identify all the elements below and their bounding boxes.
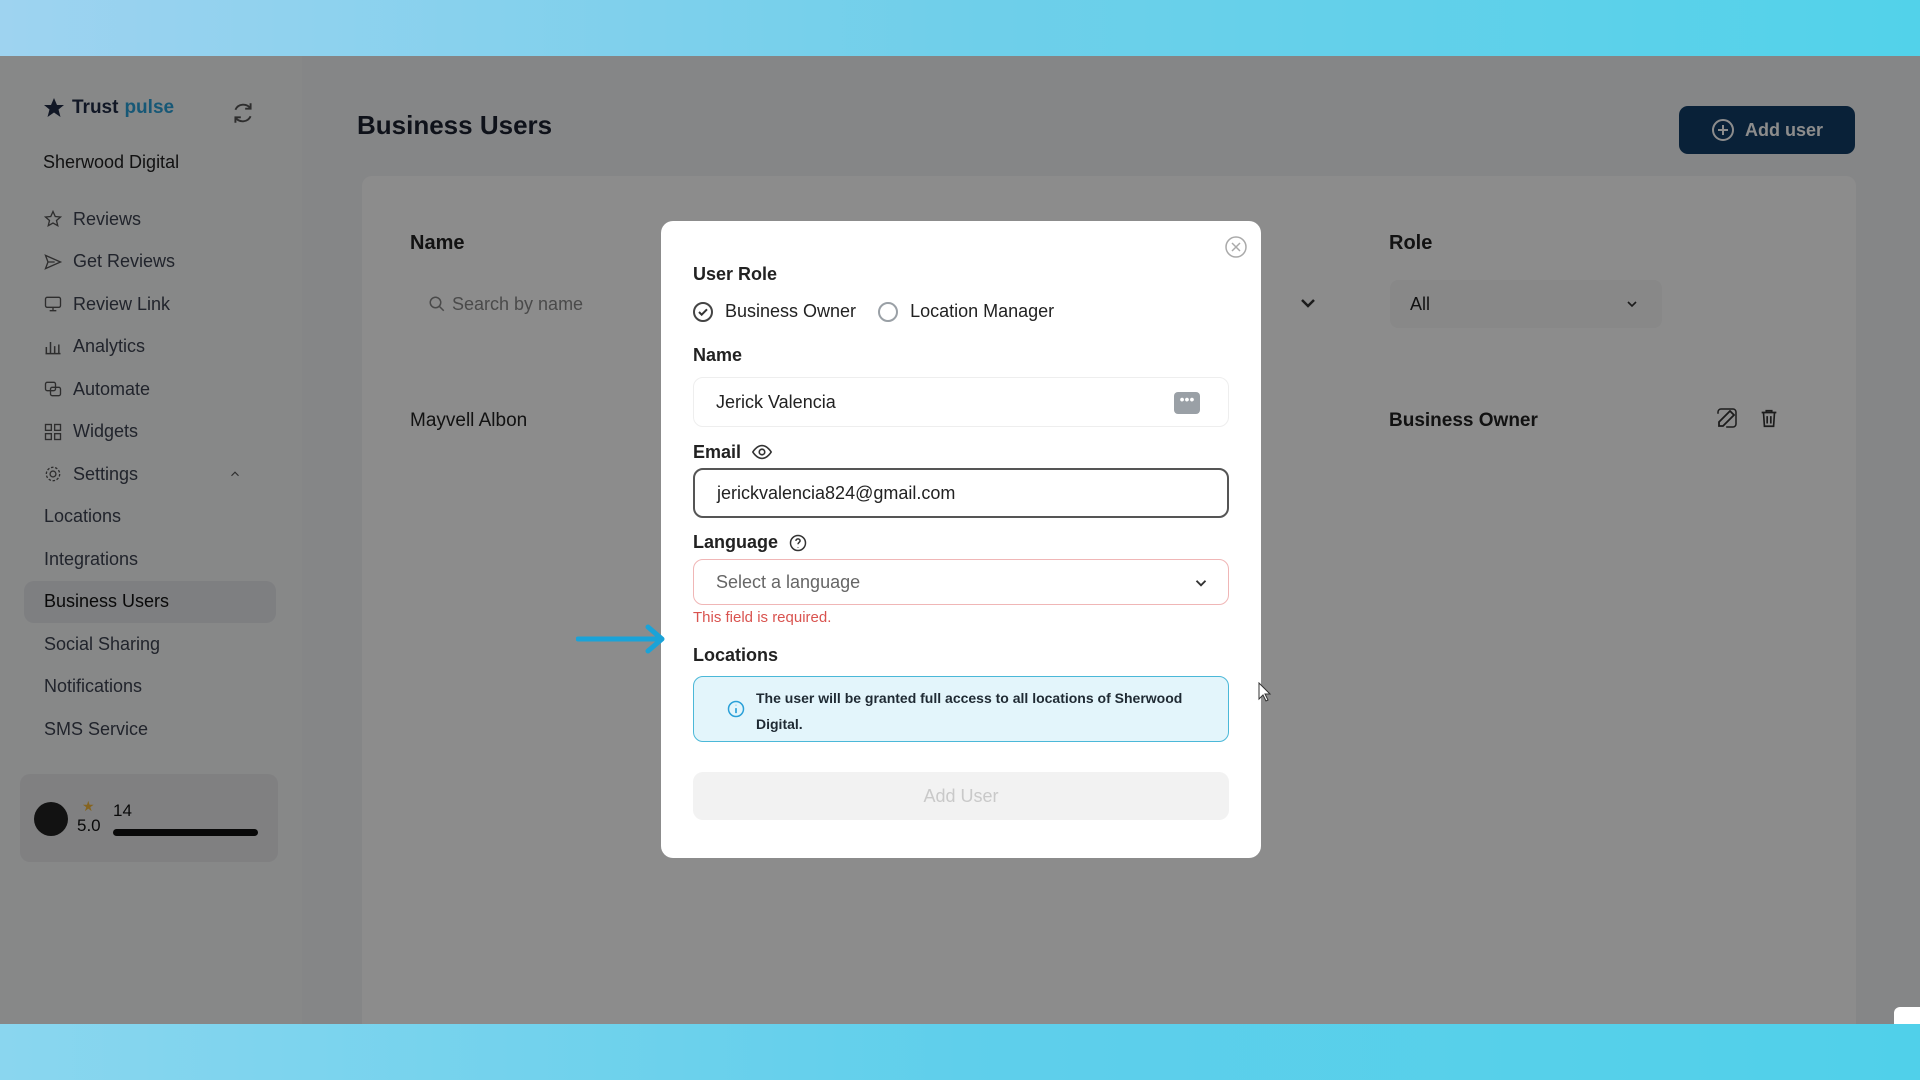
- email-value: jerickvalencia824@gmail.com: [717, 482, 956, 503]
- info-icon: [727, 700, 745, 718]
- close-icon[interactable]: [1224, 235, 1248, 259]
- background-top-band: [0, 0, 1920, 56]
- locations-label: Locations: [693, 645, 779, 665]
- locations-info-text: The user will be granted full access to …: [756, 690, 1183, 732]
- language-label-row: Language: [693, 532, 808, 553]
- eye-icon[interactable]: [751, 441, 773, 463]
- more-icon[interactable]: •••: [1174, 392, 1200, 414]
- mouse-cursor-icon: [1258, 682, 1272, 702]
- check-icon: [698, 308, 708, 316]
- language-placeholder: Select a language: [716, 571, 861, 592]
- name-label: Name: [693, 345, 743, 365]
- email-label: Email: [693, 441, 742, 462]
- add-user-modal: User Role Business Owner Location Manage…: [661, 221, 1261, 858]
- submit-add-user-button[interactable]: Add User: [693, 772, 1229, 820]
- user-role-options: Business Owner Location Manager: [693, 301, 1054, 322]
- name-value: Jerick Valencia: [716, 391, 836, 412]
- radio-location-manager[interactable]: [878, 301, 899, 322]
- radio-business-owner[interactable]: [693, 301, 713, 322]
- radio-label-business-owner[interactable]: Business Owner: [725, 301, 856, 322]
- app-window: Trust pulse Sherwood Digital Reviews Get …: [0, 56, 1920, 1024]
- locations-info-box: The user will be granted full access to …: [693, 676, 1229, 742]
- annotation-arrow-icon: [576, 624, 665, 654]
- language-select[interactable]: Select a language: [693, 559, 1229, 605]
- help-icon[interactable]: [788, 533, 808, 553]
- radio-label-location-manager[interactable]: Location Manager: [910, 301, 1054, 322]
- background-bottom-band: [0, 1024, 1920, 1080]
- email-label-row: Email: [693, 441, 773, 463]
- email-field[interactable]: jerickvalencia824@gmail.com: [693, 468, 1229, 518]
- language-error: This field is required.: [693, 609, 832, 626]
- name-field[interactable]: Jerick Valencia •••: [693, 377, 1229, 427]
- side-widget-tab[interactable]: [1894, 1007, 1920, 1024]
- user-role-label: User Role: [693, 264, 778, 284]
- language-label: Language: [693, 532, 779, 552]
- chevron-down-icon: [1195, 580, 1207, 587]
